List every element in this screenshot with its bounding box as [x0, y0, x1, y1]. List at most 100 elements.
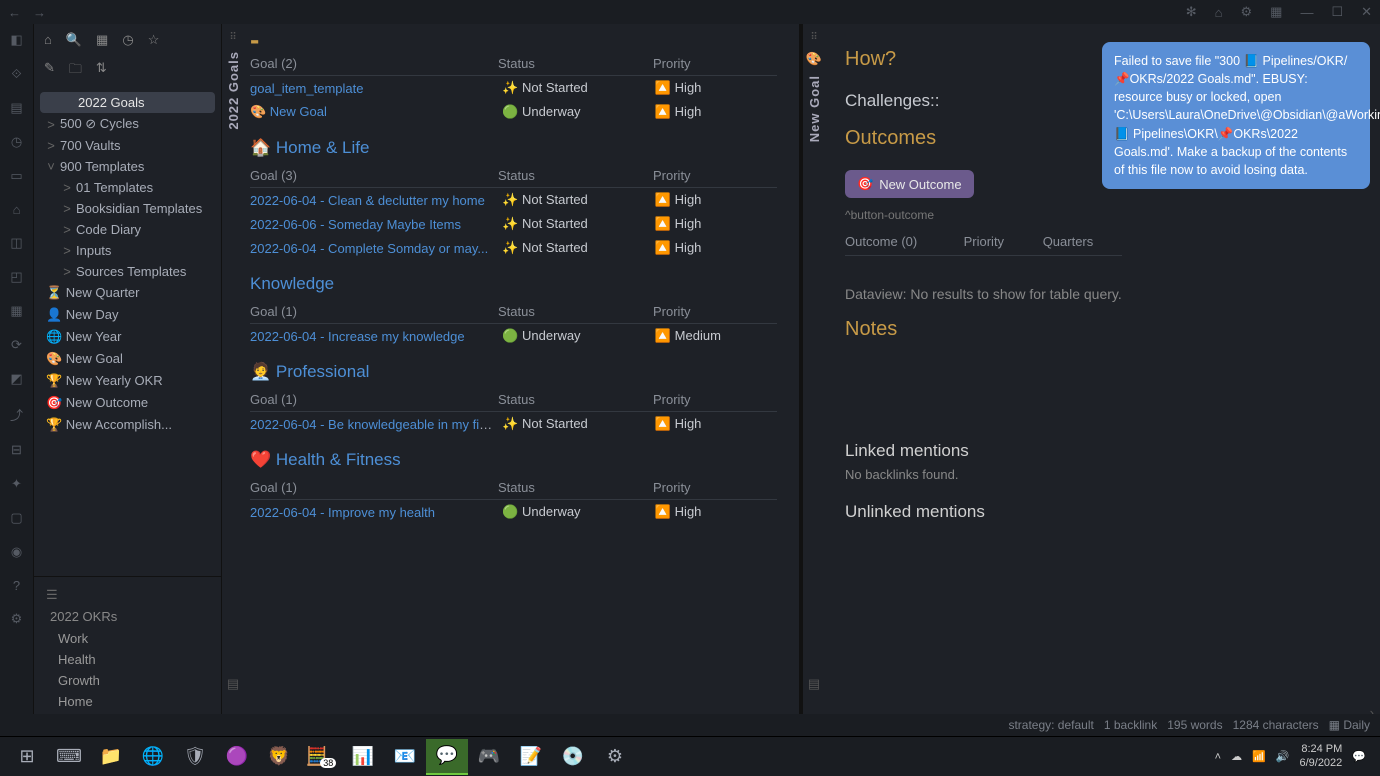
- window-control-icon[interactable]: ▦: [1270, 4, 1282, 20]
- drag-handle-icon[interactable]: ⠿: [810, 32, 817, 43]
- drag-handle-icon[interactable]: ⠿: [229, 32, 236, 43]
- goal-link[interactable]: goal_item_template: [250, 81, 363, 96]
- error-notice[interactable]: Failed to save file "300 📘 Pipelines/OKR…: [1102, 42, 1370, 189]
- goal-link[interactable]: 2022-06-06 - Someday Maybe Items: [250, 217, 461, 232]
- challenges-field[interactable]: Challenges::: [845, 91, 1122, 111]
- outline-item[interactable]: Health: [40, 649, 215, 670]
- window-control-icon[interactable]: ⌂: [1215, 5, 1223, 20]
- section-heading[interactable]: 🏠 Home & Life: [250, 124, 777, 164]
- taskbar-app[interactable]: 📁: [90, 739, 132, 775]
- tree-item[interactable]: ⏳ New Quarter: [40, 282, 215, 304]
- tree-item[interactable]: >500 ⊘ Cycles: [40, 113, 215, 135]
- tree-item[interactable]: >Booksidian Templates: [40, 198, 215, 219]
- goal-link[interactable]: 2022-06-04 - Be knowledgeable in my fie.…: [250, 417, 497, 432]
- back-button[interactable]: ←: [8, 5, 21, 20]
- ribbon-icon[interactable]: ◧: [10, 32, 22, 48]
- tree-item[interactable]: >Code Diary: [40, 219, 215, 240]
- linked-mentions-heading[interactable]: Linked mentions: [845, 441, 1122, 461]
- forward-button[interactable]: →: [33, 5, 46, 20]
- window-control-icon[interactable]: —: [1300, 5, 1313, 20]
- status-daily[interactable]: ▦ Daily: [1329, 718, 1370, 732]
- goal-link[interactable]: 2022-06-04 - Complete Somday or may...: [250, 241, 488, 256]
- section-heading[interactable]: Knowledge: [250, 260, 777, 300]
- ribbon-icon[interactable]: ⌂: [13, 202, 21, 217]
- tree-item[interactable]: 👤 New Day: [40, 304, 215, 326]
- unlinked-mentions-heading[interactable]: Unlinked mentions: [845, 502, 1122, 522]
- tree-item[interactable]: >Sources Templates: [40, 261, 215, 282]
- recent-icon[interactable]: ◷: [122, 32, 133, 48]
- ribbon-icon[interactable]: ⚙: [11, 611, 23, 627]
- ribbon-icon[interactable]: ?: [13, 578, 20, 593]
- taskbar-app[interactable]: 💿: [552, 739, 594, 775]
- ribbon-icon[interactable]: ▢: [10, 510, 22, 526]
- taskbar-app[interactable]: 📝: [510, 739, 552, 775]
- taskbar-app[interactable]: 📊: [342, 739, 384, 775]
- new-folder-icon[interactable]: 🗀: [69, 60, 82, 82]
- tree-item[interactable]: 🎨 New Goal: [40, 348, 215, 370]
- outline-item[interactable]: Growth: [40, 670, 215, 691]
- tree-item[interactable]: >01 Templates: [40, 177, 215, 198]
- window-control-icon[interactable]: ☐: [1331, 4, 1343, 20]
- status-chars[interactable]: 1284 characters: [1233, 718, 1319, 732]
- new-note-icon[interactable]: ✎: [44, 60, 55, 82]
- taskbar-app[interactable]: 🎮: [468, 739, 510, 775]
- ribbon-icon[interactable]: ▤: [10, 100, 22, 116]
- tree-item[interactable]: 🏆 New Yearly OKR: [40, 370, 215, 392]
- goal-link[interactable]: 🎨 New Goal: [250, 104, 327, 119]
- section-heading[interactable]: 🧑‍💼 Professional: [250, 348, 777, 388]
- outline-item[interactable]: Home: [40, 691, 215, 712]
- taskbar-app[interactable]: 📧: [384, 739, 426, 775]
- taskbar-app[interactable]: 🦁: [258, 739, 300, 775]
- calendar-icon[interactable]: ▦: [96, 32, 108, 48]
- system-clock[interactable]: 8:24 PM 6/9/2022: [1299, 743, 1342, 769]
- pane-action-icon[interactable]: ▤: [227, 676, 239, 692]
- tree-item[interactable]: ˅900 Templates: [40, 156, 215, 177]
- goal-link[interactable]: 2022-06-04 - Improve my health: [250, 505, 435, 520]
- ribbon-icon[interactable]: ◉: [11, 544, 22, 560]
- taskbar-app[interactable]: 💬: [426, 739, 468, 775]
- tray-cloud-icon[interactable]: ☁: [1231, 750, 1242, 763]
- ribbon-icon[interactable]: ◷: [11, 134, 22, 150]
- tray-wifi-icon[interactable]: 📶: [1252, 750, 1266, 763]
- status-strategy[interactable]: strategy: default: [1008, 718, 1093, 732]
- taskbar-app[interactable]: 🛡: [174, 739, 216, 775]
- goal-link[interactable]: 2022-06-04 - Increase my knowledge: [250, 329, 465, 344]
- tray-chevron-icon[interactable]: ˄: [1215, 751, 1221, 763]
- outline-item[interactable]: Work: [40, 628, 215, 649]
- status-backlink[interactable]: 1 backlink: [1104, 718, 1157, 732]
- ribbon-icon[interactable]: ◩: [10, 371, 22, 387]
- ribbon-icon[interactable]: ▭: [10, 168, 22, 184]
- ribbon-icon[interactable]: ◰: [10, 269, 22, 285]
- star-icon[interactable]: ☆: [148, 32, 160, 48]
- tray-volume-icon[interactable]: 🔊: [1276, 750, 1290, 763]
- outline-header[interactable]: 2022 OKRs: [40, 605, 215, 628]
- taskbar-app[interactable]: ⌨: [48, 739, 90, 775]
- window-control-icon[interactable]: ⚙: [1240, 4, 1252, 20]
- tree-item[interactable]: 🏆 New Accomplish...: [40, 414, 215, 436]
- tree-item[interactable]: >Inputs: [40, 240, 215, 261]
- pane-action-icon[interactable]: ▤: [808, 676, 820, 692]
- taskbar-app[interactable]: ⚙: [594, 739, 636, 775]
- ribbon-icon[interactable]: ✦: [11, 476, 22, 492]
- goal-link[interactable]: 2022-06-04 - Clean & declutter my home: [250, 193, 485, 208]
- tree-item[interactable]: 🌐 New Year: [40, 326, 215, 348]
- ribbon-icon[interactable]: ⟐: [11, 66, 21, 82]
- search-icon[interactable]: 🔍: [66, 32, 82, 48]
- ribbon-icon[interactable]: ◫: [10, 235, 22, 251]
- sort-icon[interactable]: ⇅: [96, 60, 107, 82]
- section-heading[interactable]: ❤️ Health & Fitness: [250, 436, 777, 476]
- file-item-active[interactable]: 2022 Goals: [40, 92, 215, 113]
- tree-item[interactable]: >700 Vaults: [40, 135, 215, 156]
- notification-icon[interactable]: 💬: [1352, 750, 1366, 763]
- ribbon-icon[interactable]: ⟳: [11, 337, 22, 353]
- new-outcome-button[interactable]: 🎯 New Outcome: [845, 170, 974, 198]
- window-control-icon[interactable]: ✕: [1361, 4, 1372, 20]
- taskbar-app[interactable]: 🌐: [132, 739, 174, 775]
- ribbon-icon[interactable]: ⊟: [11, 442, 22, 458]
- tree-item[interactable]: 🎯 New Outcome: [40, 392, 215, 414]
- taskbar-app[interactable]: 🧮38: [300, 739, 342, 775]
- home-icon[interactable]: ⌂: [44, 32, 52, 48]
- taskbar-app[interactable]: ⊞: [6, 739, 48, 775]
- status-words[interactable]: 195 words: [1167, 718, 1222, 732]
- taskbar-app[interactable]: 🟣: [216, 739, 258, 775]
